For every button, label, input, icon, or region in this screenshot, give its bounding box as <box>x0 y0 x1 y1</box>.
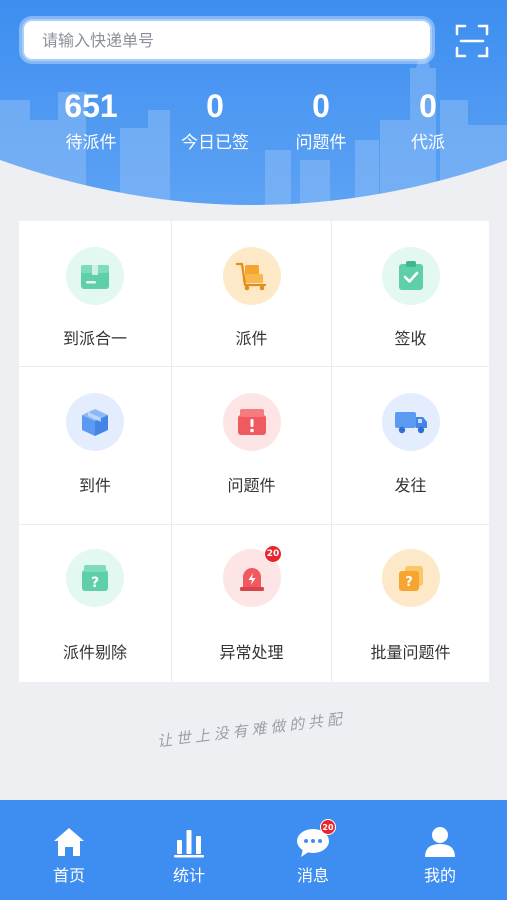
grid-item-label: 到件 <box>78 476 111 495</box>
tab-label: 首页 <box>52 866 85 885</box>
tab-label: 统计 <box>172 866 205 885</box>
grid-item-label: 到派合一 <box>62 329 127 348</box>
tab-label: 我的 <box>423 866 456 885</box>
batch-question-icon: ? <box>381 549 440 607</box>
grid-item-arrival[interactable]: 到件 <box>19 367 172 525</box>
message-count-badge: 20 <box>320 819 336 835</box>
svg-text:?: ? <box>91 575 99 591</box>
exception-count-badge: 20 <box>264 545 282 563</box>
truck-icon <box>381 393 440 451</box>
scan-icon[interactable] <box>455 24 489 58</box>
clipboard-check-icon <box>381 247 440 305</box>
user-icon <box>425 827 455 857</box>
slogan: 让世上没有难做的共配 <box>156 710 347 751</box>
stat-value: 0 <box>206 88 224 124</box>
grid-item-sign[interactable]: 签收 <box>332 221 489 367</box>
tab-statistics[interactable]: 统计 <box>126 800 252 900</box>
tab-label: 消息 <box>296 866 329 885</box>
stat-value: 0 <box>419 88 437 124</box>
bar-chart-icon <box>174 830 204 858</box>
tab-profile[interactable]: 我的 <box>377 800 503 900</box>
stat-value: 651 <box>64 88 118 124</box>
tab-messages[interactable]: 20 消息 <box>250 800 376 900</box>
problem-box-icon <box>222 393 281 451</box>
slogan-text: 让世上没有难做的共配 <box>156 710 347 751</box>
home-icon <box>54 828 84 856</box>
grid-item-send-to[interactable]: 发往 <box>332 367 489 525</box>
grid-item-label: 问题件 <box>227 476 276 495</box>
grid-item-label: 批量问题件 <box>370 643 451 662</box>
grid-item-label: 派件剔除 <box>62 643 127 662</box>
grid-item-label: 签收 <box>394 329 427 348</box>
bottom-tab-bar: 首页 统计 20 消息 我的 <box>0 800 507 900</box>
tab-home[interactable]: 首页 <box>6 800 132 900</box>
grid-item-label: 异常处理 <box>219 643 284 662</box>
search-box[interactable] <box>22 19 432 61</box>
grid-item-arrive-dispatch[interactable]: 到派合一 <box>19 221 172 367</box>
arrival-box-icon <box>66 393 124 451</box>
grid-item-dispatch-remove[interactable]: ? 派件剔除 <box>19 525 172 682</box>
grid-item-exception[interactable]: 20 异常处理 <box>172 525 332 682</box>
grid-item-dispatch[interactable]: 派件 <box>172 221 332 367</box>
grid-item-label: 派件 <box>235 329 268 348</box>
grid-item-problem[interactable]: 问题件 <box>172 367 332 525</box>
header-curve <box>0 160 507 220</box>
grid-item-batch-problem[interactable]: ? 批量问题件 <box>332 525 489 682</box>
package-box-icon <box>66 247 124 305</box>
stat-value: 0 <box>312 88 330 124</box>
question-box-icon: ? <box>66 549 124 607</box>
search-input[interactable] <box>42 21 430 59</box>
svg-text:?: ? <box>405 575 413 590</box>
function-grid: 到派合一 派件 签收 到件 问题件 发往 ? 派件剔除 20 异常处理 ? 批量… <box>19 221 489 682</box>
delivery-cart-icon <box>222 247 281 305</box>
grid-item-label: 发往 <box>394 476 427 495</box>
